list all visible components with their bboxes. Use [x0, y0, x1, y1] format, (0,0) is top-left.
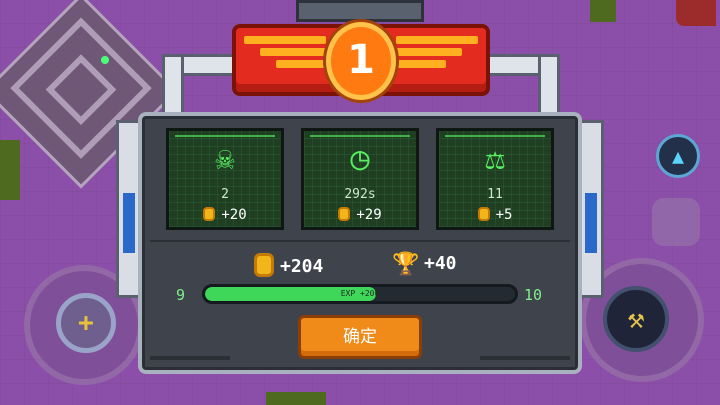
exp-label: EXP +200: [340, 289, 380, 298]
current-level: 9: [176, 286, 186, 304]
time-reward: +29: [304, 207, 416, 223]
right-wing-icon: [396, 36, 478, 82]
terrain-block: [590, 0, 616, 22]
next-level: 10: [524, 286, 543, 304]
stat-card-time: ◷ 292s +29: [301, 128, 419, 230]
attack-button[interactable]: ⚒: [603, 286, 669, 352]
total-trophies: +40: [424, 253, 457, 274]
time-value: 292s: [344, 187, 376, 202]
stat-card-kills: ☠ 2 +20: [166, 128, 284, 230]
clock-icon: ◷: [350, 139, 370, 177]
left-pipe-vertical: [162, 54, 184, 118]
kills-value: 2: [221, 187, 229, 202]
exp-progress-bar: EXP +200: [202, 284, 518, 304]
move-joystick-knob[interactable]: +: [56, 293, 116, 353]
rank-badge: 1: [326, 22, 396, 100]
total-coins: +204: [254, 253, 323, 277]
panel-footer-left: [150, 356, 230, 360]
terrain-block: [0, 140, 20, 200]
confirm-button[interactable]: 确定: [298, 315, 422, 359]
weight-value: 11: [487, 187, 503, 202]
left-wing-icon: [244, 36, 326, 82]
kills-reward: +20: [169, 207, 281, 223]
trophy-icon: 🏆: [392, 252, 420, 277]
weight-reward: +5: [439, 207, 551, 223]
weapon-switch-button[interactable]: [652, 198, 700, 246]
signal-icon: [676, 0, 716, 26]
panel-divider: [150, 240, 570, 242]
coin-icon: [477, 207, 490, 221]
skull-icon: ☠: [215, 139, 235, 177]
right-pipe-vertical: [538, 54, 560, 118]
coin-icon: [338, 207, 351, 221]
player-marker: [101, 56, 109, 64]
terrain-block: [266, 392, 326, 405]
coin-icon: [254, 253, 274, 277]
weight-icon: ⚖: [485, 139, 505, 177]
stat-card-weight: ⚖ 11 +5: [436, 128, 554, 230]
skill-button[interactable]: ▲: [656, 134, 700, 178]
panel-footer-right: [480, 356, 570, 360]
top-connector: [296, 0, 424, 22]
coin-icon: [203, 207, 216, 221]
